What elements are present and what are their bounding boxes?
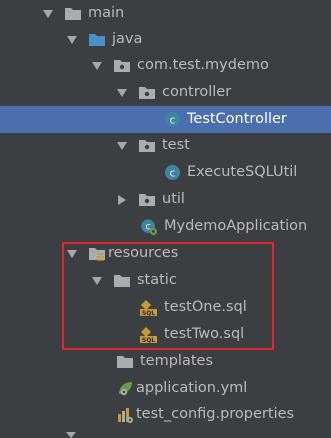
tree-item-controller[interactable]: controller (0, 79, 331, 106)
package-icon (138, 191, 156, 209)
tree-item-label: templates (140, 353, 214, 369)
svg-text:SQL: SQL (142, 310, 155, 317)
tree-item-test[interactable]: test (0, 132, 331, 159)
expand-arrow-icon[interactable] (91, 274, 103, 288)
tree-item-label: ExecuteSQLUtil (187, 164, 298, 180)
tree-item-label: util (162, 191, 185, 207)
expand-arrow-icon[interactable] (42, 7, 54, 21)
tree-item-executesqlutil[interactable]: c ExecuteSQLUtil (0, 159, 331, 186)
yml-file-icon (116, 380, 134, 398)
class-icon: c (163, 111, 181, 129)
expand-arrow-icon[interactable] (116, 139, 128, 153)
project-tree: main java com.test.mydemo controller c T… (0, 0, 331, 438)
folder-icon (113, 272, 131, 290)
tree-item-mydemoapplication[interactable]: c MydemoApplication (0, 213, 331, 240)
tree-item-static[interactable]: static (0, 267, 331, 294)
tree-item-testtwo-sql[interactable]: SQL testTwo.sql (0, 321, 331, 348)
tree-item-main[interactable]: main (0, 0, 331, 27)
package-icon (138, 84, 156, 102)
expand-arrow-icon (66, 432, 76, 438)
tree-item-label: resources (108, 245, 179, 261)
tree-item-label: controller (162, 84, 232, 100)
properties-file-icon (116, 406, 134, 424)
svg-text:c: c (169, 113, 175, 126)
package-icon (138, 137, 156, 155)
tree-item-label: testTwo.sql (164, 326, 245, 342)
tree-item-label: com.test.mydemo (137, 57, 269, 73)
tree-item-label: java (112, 31, 143, 47)
resources-folder-icon (88, 245, 106, 263)
folder-icon (64, 5, 82, 23)
next-row-partial (0, 432, 331, 438)
tree-item-label: TestController (187, 111, 287, 127)
tree-item-resources[interactable]: resources (0, 240, 331, 267)
sql-file-icon: SQL (140, 299, 158, 317)
tree-item-testone-sql[interactable]: SQL testOne.sql (0, 294, 331, 321)
folder-icon (116, 353, 134, 371)
tree-item-label: application.yml (136, 380, 248, 396)
spring-boot-class-icon: c (140, 218, 158, 236)
tree-item-application-yml[interactable]: application.yml (0, 375, 331, 402)
svg-text:SQL: SQL (142, 337, 155, 344)
tree-item-label: static (137, 272, 177, 288)
expand-arrow-icon[interactable] (66, 247, 78, 261)
tree-item-label: testOne.sql (164, 299, 247, 315)
tree-item-label: main (88, 5, 125, 21)
package-icon (113, 57, 131, 75)
tree-item-testcontroller[interactable]: c TestController (0, 106, 331, 133)
tree-item-test-config-properties[interactable]: test_config.properties (0, 401, 331, 428)
expand-arrow-icon[interactable] (66, 33, 78, 47)
tree-item-templates[interactable]: templates (0, 348, 331, 375)
expand-arrow-icon[interactable] (116, 86, 128, 100)
expand-arrow-icon[interactable] (91, 59, 103, 73)
source-folder-icon (88, 31, 106, 49)
tree-item-java[interactable]: java (0, 26, 331, 53)
tree-item-label: MydemoApplication (164, 218, 308, 234)
collapse-arrow-icon[interactable] (116, 193, 128, 207)
tree-item-label: test_config.properties (136, 406, 295, 422)
tree-item-com-test-mydemo[interactable]: com.test.mydemo (0, 52, 331, 79)
class-icon: c (163, 164, 181, 182)
tree-item-label: test (162, 137, 190, 153)
svg-text:c: c (169, 166, 175, 179)
tree-item-util[interactable]: util (0, 186, 331, 213)
sql-file-icon: SQL (140, 326, 158, 344)
